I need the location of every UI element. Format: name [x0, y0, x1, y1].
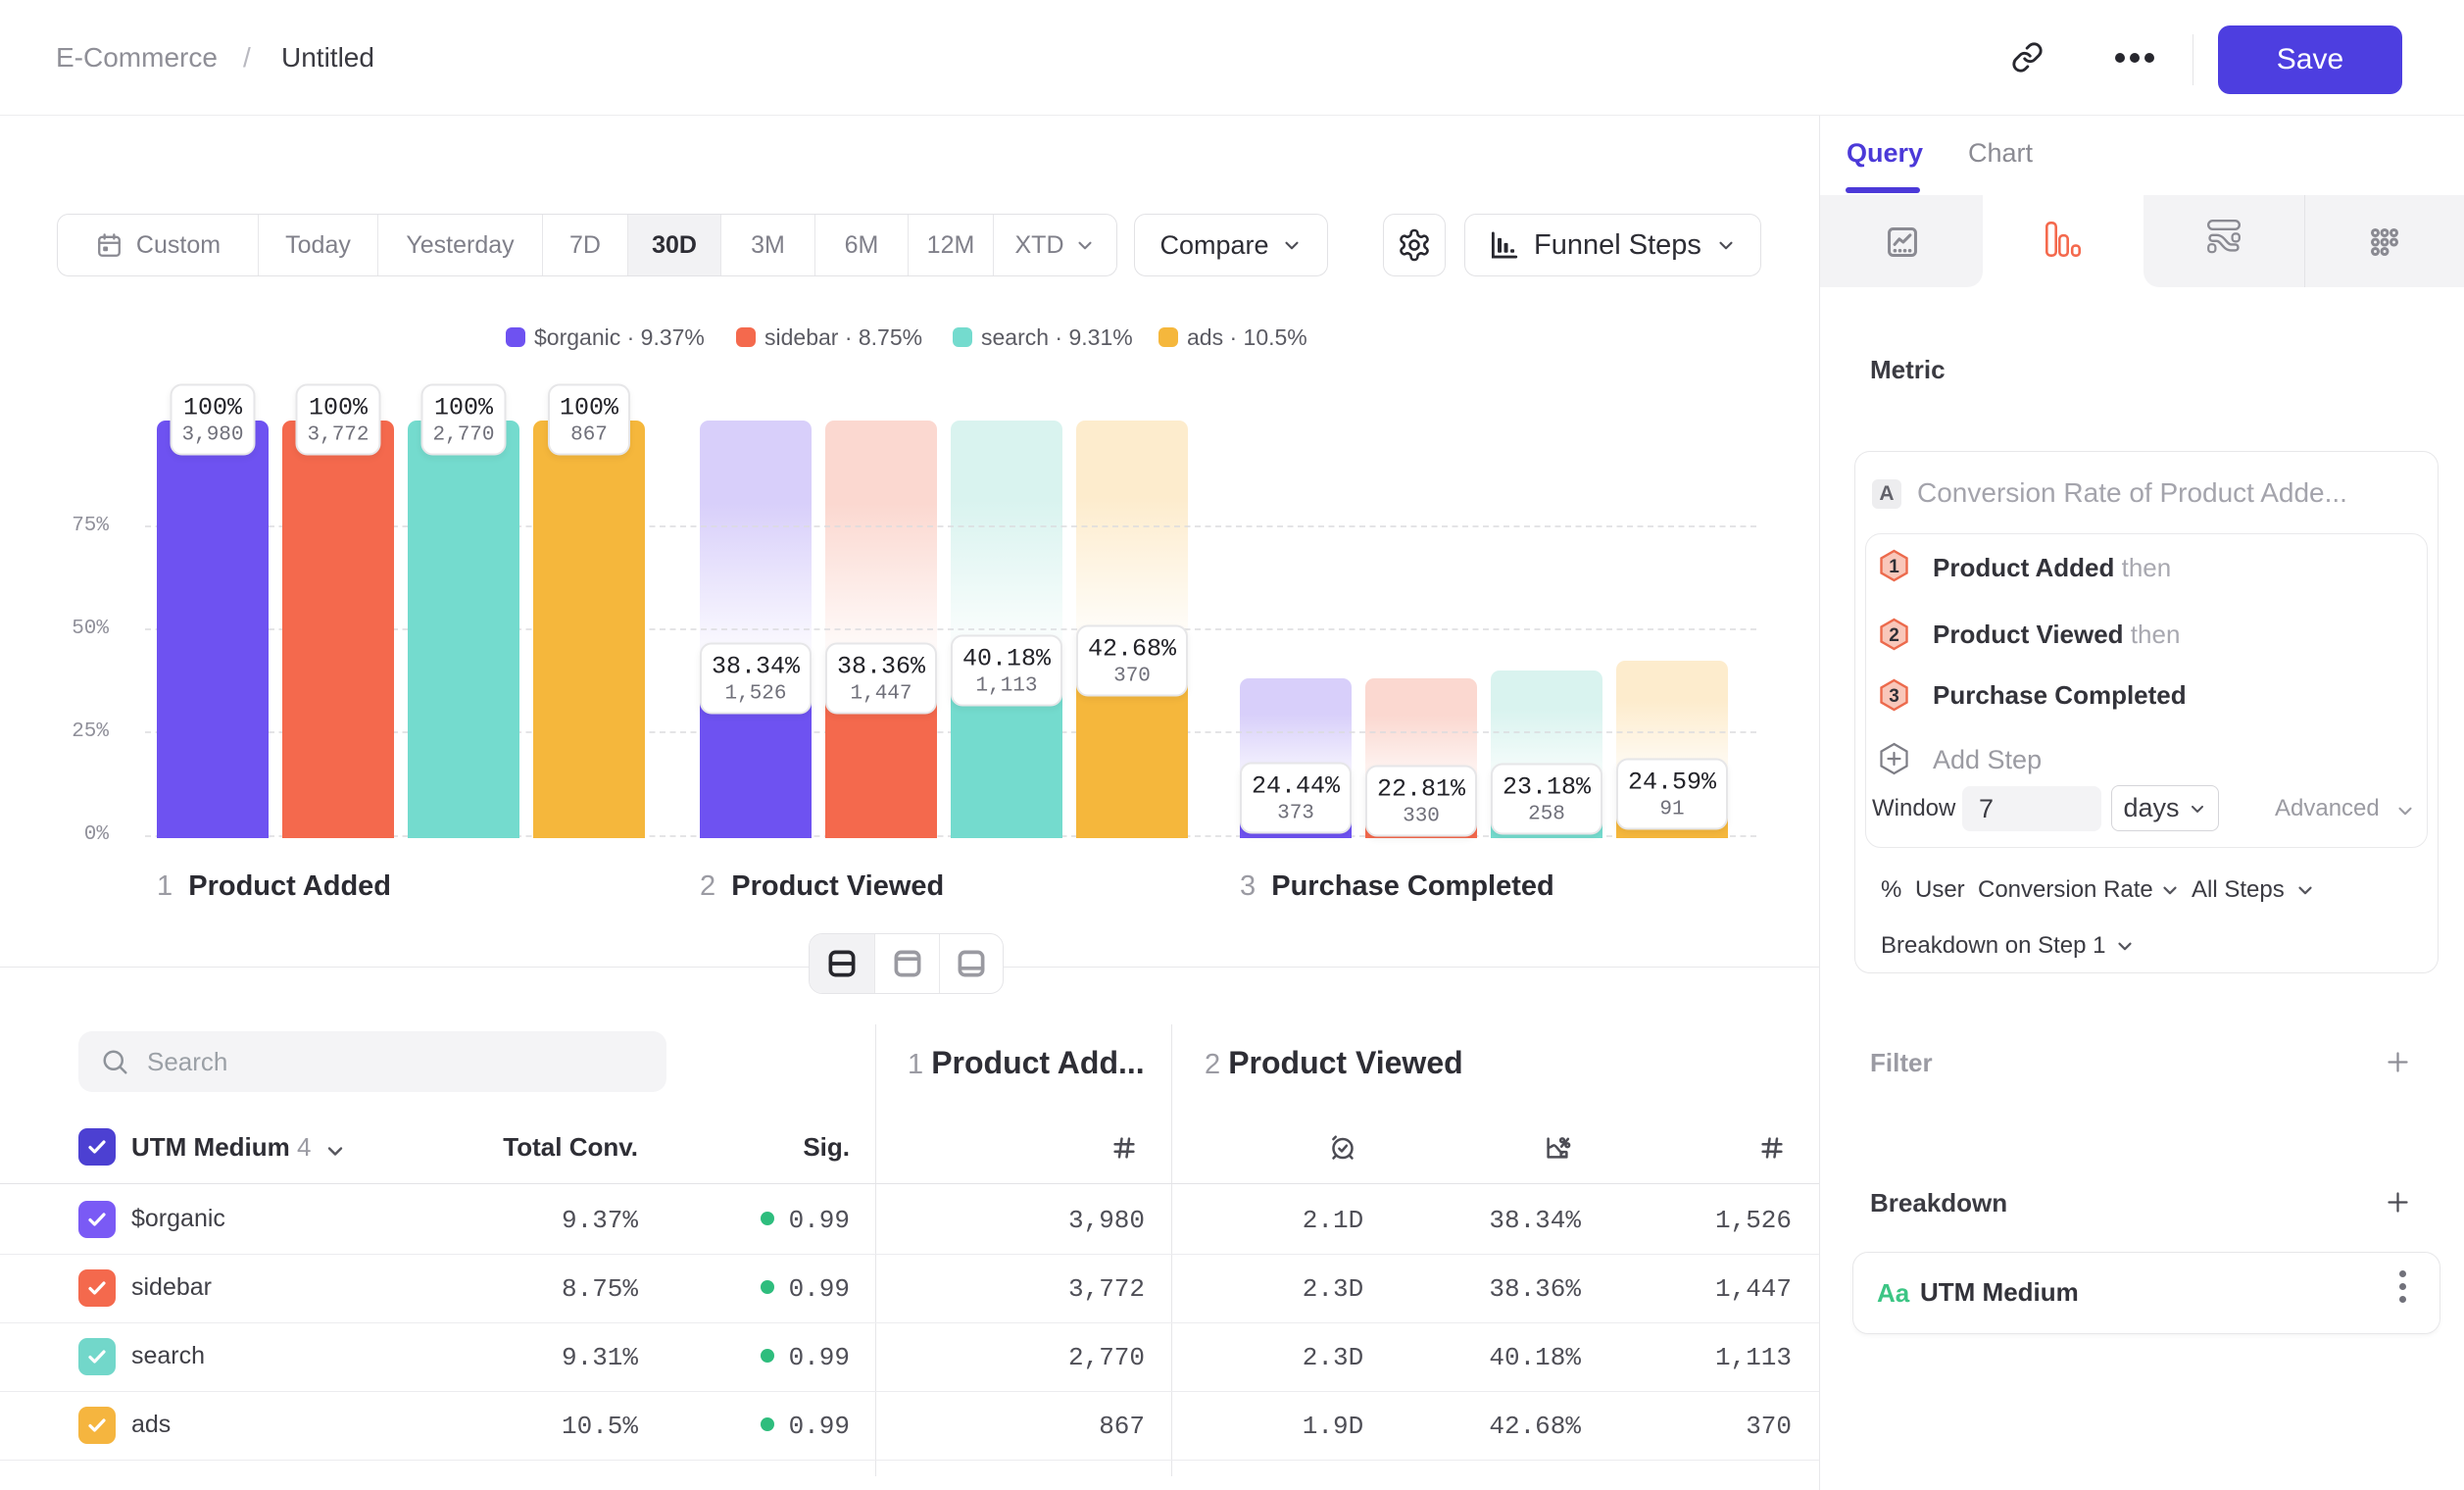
svg-text:2: 2	[1889, 625, 1899, 646]
svg-text:1: 1	[1889, 557, 1899, 577]
svg-text:3: 3	[1889, 686, 1899, 707]
